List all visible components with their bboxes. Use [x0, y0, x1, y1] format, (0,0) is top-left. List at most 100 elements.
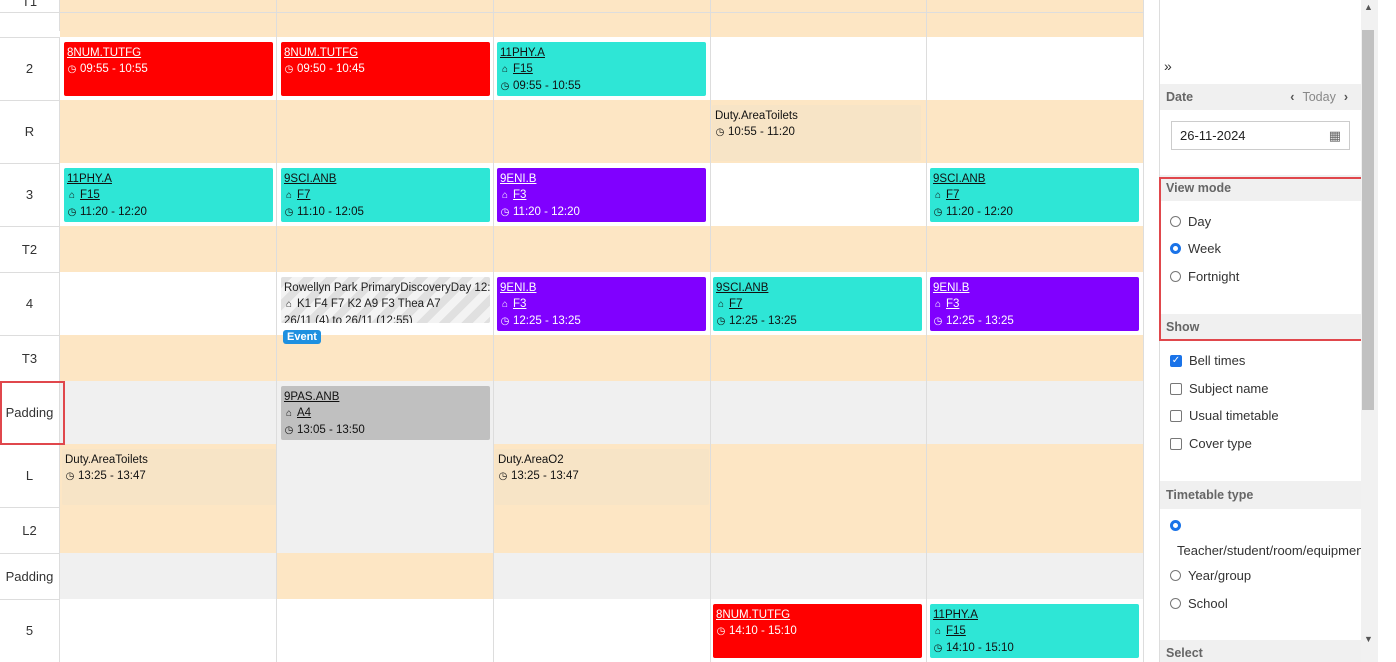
radio-teacher[interactable] [1170, 520, 1181, 531]
date-input[interactable]: 26-11-2024 ▦ [1171, 121, 1350, 150]
event-block[interactable]: 9PAS.ANB ⌂ A4 ◷ 13:05 - 13:50 [281, 386, 490, 440]
event-room[interactable]: A4 [297, 407, 311, 419]
event-code[interactable]: 9ENI.B [933, 280, 1136, 296]
event-code[interactable]: 9SCI.ANB [284, 171, 487, 187]
event-block[interactable]: 9SCI.ANB ⌂ F7 ◷ 11:10 - 12:05 [281, 168, 490, 222]
event-code[interactable]: 9SCI.ANB [933, 171, 1136, 187]
timetable-cell[interactable] [277, 553, 494, 599]
timetable-cell[interactable] [927, 0, 1144, 37]
timetable-cell[interactable] [711, 0, 927, 37]
timetable-cell[interactable] [927, 444, 1144, 507]
calendar-icon[interactable]: ▦ [1329, 128, 1341, 144]
timetable-cell[interactable] [927, 226, 1144, 272]
event-room[interactable]: F3 [513, 298, 526, 310]
event-code[interactable]: 9PAS.ANB [284, 389, 487, 405]
event-block[interactable]: 9SCI.ANB ⌂ F7 ◷ 12:25 - 13:25 [713, 277, 922, 331]
show-usual-timetable[interactable]: Usual timetable [1170, 408, 1279, 423]
timetable-cell[interactable] [927, 381, 1144, 444]
scroll-up-arrow-icon[interactable]: ▲ [1364, 2, 1373, 12]
timetable-cell[interactable] [60, 272, 277, 335]
event-block[interactable]: 8NUM.TUTFG ◷ 14:10 - 15:10 [713, 604, 922, 658]
timetable-cell[interactable] [494, 0, 711, 37]
timetable-cell[interactable] [711, 553, 927, 599]
timetable-cell[interactable] [60, 226, 277, 272]
timetable-cell[interactable] [927, 37, 1144, 100]
timetable-cell[interactable] [60, 381, 277, 444]
event-block[interactable]: 11PHY.A ⌂ F15 ◷ 14:10 - 15:10 [930, 604, 1139, 658]
event-code[interactable]: 11PHY.A [500, 45, 703, 61]
checkbox-usual-timetable[interactable] [1170, 409, 1182, 422]
timetable-cell[interactable] [494, 335, 711, 381]
event-code[interactable]: 8NUM.TUTFG [284, 45, 487, 61]
timetable-cell[interactable] [60, 100, 277, 163]
timetable-cell[interactable] [711, 226, 927, 272]
event-block[interactable]: 11PHY.A ⌂ F15 ◷ 09:55 - 10:55 [497, 42, 706, 96]
timetable-cell[interactable] [494, 507, 711, 553]
timetable-cell[interactable] [927, 553, 1144, 599]
today-button[interactable]: Today [1302, 90, 1335, 104]
duty-block[interactable]: Duty.AreaToilets ◷ 10:55 - 11:20 [712, 105, 921, 161]
event-code[interactable]: 11PHY.A [67, 171, 270, 187]
event-block[interactable]: 9SCI.ANB ⌂ F7 ◷ 11:20 - 12:20 [930, 168, 1139, 222]
timetable-cell[interactable] [711, 335, 927, 381]
timetable-cell[interactable] [277, 599, 494, 662]
timetable-cell[interactable] [277, 444, 494, 507]
event-block[interactable]: 8NUM.TUTFG ◷ 09:55 - 10:55 [64, 42, 273, 96]
timetable-cell[interactable] [277, 100, 494, 163]
timetable-cell[interactable] [494, 553, 711, 599]
event-code[interactable]: 9ENI.B [500, 280, 703, 296]
timetable-cell[interactable] [60, 507, 277, 553]
timetable-cell[interactable] [494, 226, 711, 272]
school-event-block[interactable]: Rowellyn Park PrimaryDiscoveryDay 12: ⌂ K… [281, 277, 490, 323]
scrollbar-thumb[interactable] [1362, 30, 1374, 410]
timetable-cell[interactable] [711, 507, 927, 553]
scroll-down-arrow-icon[interactable]: ▼ [1364, 634, 1373, 644]
event-code[interactable]: 9SCI.ANB [716, 280, 919, 296]
show-bell-times[interactable]: ✓ Bell times [1170, 353, 1245, 368]
event-block[interactable]: 11PHY.A ⌂ F15 ◷ 11:20 - 12:20 [64, 168, 273, 222]
event-room[interactable]: F7 [297, 189, 310, 201]
event-room[interactable]: F7 [946, 189, 959, 201]
timetable-cell[interactable] [60, 553, 277, 599]
timetable-cell[interactable] [927, 335, 1144, 381]
show-cover-type[interactable]: Cover type [1170, 436, 1252, 451]
chevron-left-icon[interactable]: ‹ [1290, 90, 1294, 104]
timetable-cell[interactable] [60, 599, 277, 662]
event-room[interactable]: F15 [946, 625, 966, 637]
timetable-cell[interactable] [711, 37, 927, 100]
timetable-cell[interactable] [927, 507, 1144, 553]
timetable-cell[interactable] [494, 599, 711, 662]
event-block[interactable]: 9ENI.B ⌂ F3 ◷ 12:25 - 13:25 [930, 277, 1139, 331]
duty-block[interactable]: Duty.AreaO2 ◷ 13:25 - 13:47 [495, 449, 709, 505]
checkbox-bell-times[interactable]: ✓ [1170, 354, 1182, 367]
show-subject-name[interactable]: Subject name [1170, 381, 1269, 396]
event-block[interactable]: 9ENI.B ⌂ F3 ◷ 12:25 - 13:25 [497, 277, 706, 331]
timetable-cell[interactable] [927, 100, 1144, 163]
timetable-cell[interactable] [60, 0, 277, 37]
timetable-cell[interactable] [711, 444, 927, 507]
event-code[interactable]: 11PHY.A [933, 607, 1136, 623]
event-room[interactable]: F15 [80, 189, 100, 201]
collapse-panel-button[interactable]: » [1164, 58, 1172, 74]
timetable-cell[interactable] [711, 163, 927, 226]
type-teacher[interactable] [1170, 520, 1188, 531]
event-code[interactable]: 8NUM.TUTFG [67, 45, 270, 61]
timetable-cell[interactable] [494, 100, 711, 163]
timetable-cell[interactable] [277, 0, 494, 37]
duty-block[interactable]: Duty.AreaToilets ◷ 13:25 - 13:47 [62, 449, 276, 505]
timetable-cell[interactable] [277, 226, 494, 272]
radio-year-group[interactable] [1170, 570, 1181, 581]
timetable-cell[interactable] [494, 381, 711, 444]
checkbox-subject-name[interactable] [1170, 382, 1182, 395]
event-code[interactable]: 8NUM.TUTFG [716, 607, 919, 623]
timetable-cell[interactable] [60, 335, 277, 381]
event-room[interactable]: F3 [946, 298, 959, 310]
timetable-cell[interactable] [277, 507, 494, 553]
timetable-cell[interactable] [711, 381, 927, 444]
event-room[interactable]: F15 [513, 63, 533, 75]
event-block[interactable]: 8NUM.TUTFG ◷ 09:50 - 10:45 [281, 42, 490, 96]
event-room[interactable]: F7 [729, 298, 742, 310]
radio-school[interactable] [1170, 598, 1181, 609]
event-block[interactable]: 9ENI.B ⌂ F3 ◷ 11:20 - 12:20 [497, 168, 706, 222]
checkbox-cover-type[interactable] [1170, 437, 1182, 450]
